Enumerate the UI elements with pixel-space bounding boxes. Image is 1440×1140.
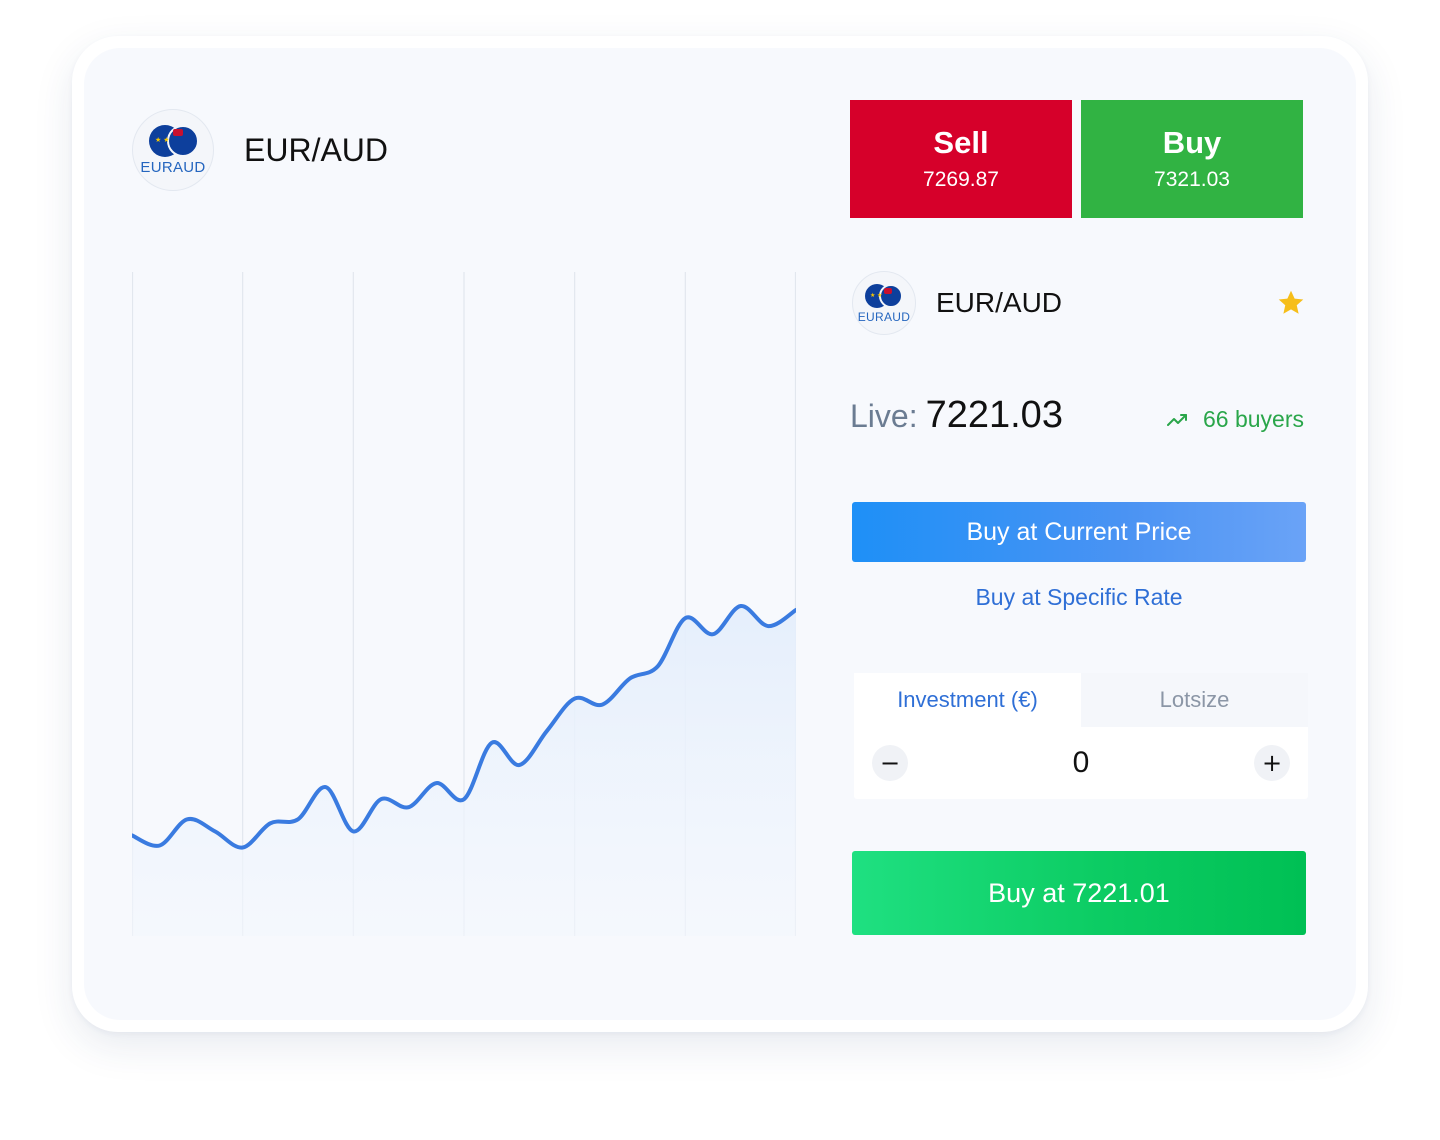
sell-price: 7269.87 [923,168,999,192]
chart-point [324,785,328,789]
tab-investment[interactable]: Investment (€) [854,673,1081,727]
chart-point [766,624,770,628]
buy-at-specific-rate-link[interactable]: Buy at Specific Rate [850,584,1308,611]
decrement-button[interactable]: − [872,745,908,781]
panel-pair-title: EUR/AUD [936,287,1063,318]
trend-up-icon [1166,413,1187,426]
chart-point [185,817,189,821]
chart-point [296,817,300,821]
chart-point [628,676,632,680]
chart-point [241,846,245,850]
price-chart [132,272,796,936]
chart-point [158,844,162,848]
tab-lotsize[interactable]: Lotsize [1081,673,1308,727]
eur-aud-flag-icon: ★ ★ EURAUD [132,109,214,191]
sell-label: Sell [933,124,989,160]
buy-at-current-price-button[interactable]: Buy at Current Price [852,502,1306,562]
chart-point [683,616,687,620]
live-label: Live: [850,398,918,434]
flag-caption: EURAUD [140,159,206,176]
panel-header: ★ ★ EURAUD EUR/AUD [850,262,1308,344]
quantity-input[interactable] [981,746,1181,780]
live-price-row: Live: 7221.03 66 buyers [850,394,1308,454]
pair-header: ★ ★ EURAUD EUR/AUD [132,108,388,192]
buyers-indicator: 66 buyers [1166,406,1304,433]
order-panel: ★ ★ EURAUD EUR/AUD Live: 7221.03 66 buye… [850,262,1308,935]
eur-aud-flag-icon: ★ ★ EURAUD [852,271,916,335]
chart-point [517,763,521,767]
chart-point [379,797,383,801]
chart-point [600,703,604,707]
chart-point [351,829,355,833]
increment-button[interactable]: + [1254,745,1290,781]
chart-point [268,821,272,825]
pair-title: EUR/AUD [244,131,389,168]
chart-point [545,729,549,733]
buyers-count: 66 buyers [1202,406,1304,432]
buy-button[interactable]: Buy 7321.03 [1081,100,1303,218]
quantity-stepper: − + [854,727,1308,799]
chart-point [711,632,715,636]
investment-box: Investment (€) Lotsize − + [854,673,1308,799]
chart-point [490,741,494,745]
live-price: 7221.03 [925,394,1063,436]
sell-button[interactable]: Sell 7269.87 [850,100,1072,218]
buy-at-price-button[interactable]: Buy at 7221.01 [852,851,1306,935]
chart-point [434,781,438,785]
investment-tabs: Investment (€) Lotsize [854,673,1308,727]
star-icon[interactable] [1276,288,1306,318]
buy-price: 7321.03 [1154,168,1230,192]
chart-point [656,664,660,668]
chart-point [573,697,577,701]
chart-point [462,797,466,801]
chart-point [739,604,743,608]
buy-label: Buy [1162,124,1222,160]
chart-point [213,829,217,833]
panel-flag-caption: EURAUD [857,310,911,324]
chart-point [407,805,411,809]
price-chart-svg [132,272,796,936]
